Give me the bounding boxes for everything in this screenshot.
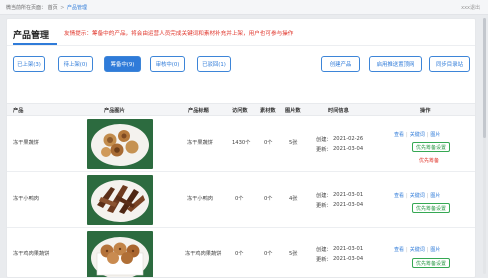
image-link[interactable]: 图片 <box>430 132 440 138</box>
product-name: 冻干果蔬饼 <box>13 140 39 146</box>
tab-preparing[interactable]: 筹备中(9) <box>104 56 141 72</box>
title-row: 产品管理 友情提示：筹备中的产品，将会由运营人员完成关键词和素材补充并上架，用户… <box>7 19 475 47</box>
sync-catalog-button[interactable]: 同步目录站 <box>429 56 470 72</box>
breadcrumb-home-link[interactable]: 首页 <box>48 5 58 11</box>
th-image: 产品图片 <box>104 108 125 114</box>
table-header: 产品 产品图片 产品标题 访问数 素材数 图片数 时间信息 操作 <box>7 103 475 116</box>
image-link[interactable]: 图片 <box>430 193 440 199</box>
op-links: 查看 | 关键词 | 图片 <box>394 193 441 199</box>
created-date: 2021-02-26 <box>333 136 364 142</box>
create-product-button[interactable]: 创建产品 <box>321 56 360 72</box>
updated-label: 更新： <box>316 147 332 153</box>
table-row: 冻干鸡肉果蔬饼 冻干鸡肉果蔬饼 0个 0个 5张 创建： 2021-03-01 … <box>7 228 475 277</box>
image-count: 5张 <box>289 251 298 257</box>
table-row: 冻干小鸭肉 冻干小鸭肉 0个 0个 4张 创建： 2021-03-01 更新： … <box>7 172 475 228</box>
product-name: 冻干鸡肉果蔬饼 <box>13 251 50 257</box>
product-panel: 产品管理 友情提示：筹备中的产品，将会由运营人员完成关键词和素材补充并上架，用户… <box>6 18 476 278</box>
th-product: 产品 <box>13 108 24 114</box>
top-bar: 微当前所在页面： 首页 > 产品管理 xxx退出 <box>0 0 488 15</box>
breadcrumb: 微当前所在页面： 首页 > 产品管理 <box>6 4 87 11</box>
th-ops: 操作 <box>420 108 431 114</box>
updated-label: 更新： <box>316 203 332 209</box>
th-visits: 访问数 <box>232 108 248 114</box>
priority-setting-button[interactable]: 优先筹备设置 <box>412 258 450 268</box>
updated-label: 更新： <box>316 257 332 263</box>
product-title: 冻干小鸭肉 <box>187 196 213 202</box>
tab-rejected[interactable]: 已驳回(1) <box>197 56 231 72</box>
visit-count: 0个 <box>235 196 244 202</box>
page-title: 产品管理 <box>13 31 50 41</box>
image-count: 4张 <box>289 196 298 202</box>
product-name: 冻干小鸭肉 <box>13 196 39 202</box>
keyword-link[interactable]: 关键词 <box>410 247 425 253</box>
th-time: 时间信息 <box>328 108 349 114</box>
tab-listed[interactable]: 已上架(3) <box>13 56 45 72</box>
table-row: 冻干果蔬饼 冻干果蔬饼 1430个 0个 5张 创建： 2021-02-26 更… <box>7 116 475 172</box>
keyword-link[interactable]: 关键词 <box>410 132 425 138</box>
view-link[interactable]: 查看 <box>394 247 404 253</box>
image-link[interactable]: 图片 <box>430 247 440 253</box>
keyword-link[interactable]: 关键词 <box>410 193 425 199</box>
priority-status: 优先筹备 <box>419 158 440 164</box>
breadcrumb-prefix: 微当前所在页面： <box>6 5 47 11</box>
scrollbar[interactable] <box>483 18 486 274</box>
created-label: 创建： <box>316 247 332 253</box>
material-count: 0个 <box>264 251 273 257</box>
divider <box>7 45 475 46</box>
priority-setting-button[interactable]: 优先筹备设置 <box>412 142 450 152</box>
th-images: 图片数 <box>285 108 301 114</box>
product-image <box>87 231 153 277</box>
material-count: 0个 <box>264 196 273 202</box>
created-date: 2021-03-01 <box>333 246 364 252</box>
created-label: 创建： <box>316 137 332 143</box>
view-link[interactable]: 查看 <box>394 193 404 199</box>
created-label: 创建： <box>316 193 332 199</box>
op-links: 查看 | 关键词 | 图片 <box>394 247 441 253</box>
th-title: 产品标题 <box>188 108 209 114</box>
updated-date: 2021-03-04 <box>333 256 364 262</box>
product-title: 冻干果蔬饼 <box>187 140 213 146</box>
material-count: 0个 <box>264 140 273 146</box>
product-image <box>87 175 153 225</box>
visit-count: 0个 <box>235 251 244 257</box>
tab-pending[interactable]: 待上架(0) <box>58 56 93 72</box>
product-title: 冻干鸡肉果蔬饼 <box>185 251 222 257</box>
breadcrumb-current: 产品管理 <box>67 5 88 11</box>
updated-date: 2021-03-04 <box>333 146 364 152</box>
logout-link[interactable]: xxx退出 <box>461 4 480 11</box>
scrollbar-thumb[interactable] <box>483 18 486 138</box>
updated-date: 2021-03-04 <box>333 202 364 208</box>
view-link[interactable]: 查看 <box>394 132 404 138</box>
product-image <box>87 119 153 169</box>
visit-count: 1430个 <box>232 140 251 146</box>
image-count: 5张 <box>289 140 298 146</box>
created-date: 2021-03-01 <box>333 192 364 198</box>
op-links: 查看 | 关键词 | 图片 <box>394 132 441 138</box>
breadcrumb-separator: > <box>60 5 65 11</box>
tab-reviewing[interactable]: 审核中(0) <box>150 56 185 72</box>
priority-setting-button[interactable]: 优先筹备设置 <box>412 203 450 213</box>
enable-push-button[interactable]: 启用推送置顶网 <box>369 56 422 72</box>
th-materials: 素材数 <box>260 108 276 114</box>
notice-text: 友情提示：筹备中的产品，将会由运营人员完成关键词和素材补充并上架，用户也可参与操… <box>64 31 294 37</box>
